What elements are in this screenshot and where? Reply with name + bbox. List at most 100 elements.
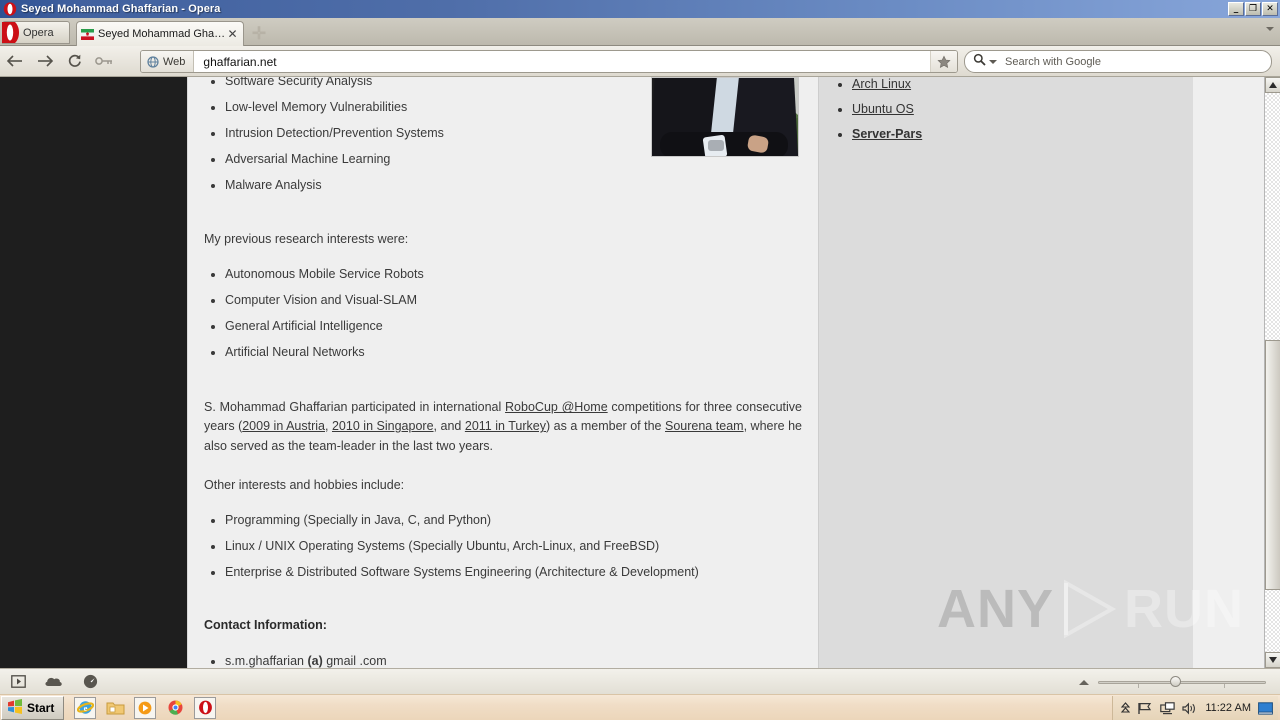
browser-tab[interactable]: Seyed Mohammad Ghaff... ✕ [76, 21, 244, 46]
list-item: Linux / UNIX Operating Systems (Speciall… [225, 539, 802, 553]
paragraph-text-5: ) as a member of the [546, 419, 665, 434]
opera-menu-label: Opera [23, 26, 54, 39]
list-item: Programming (Specially in Java, C, and P… [225, 513, 802, 527]
close-button[interactable]: ✕ [1262, 2, 1278, 16]
previous-research-list: Autonomous Mobile Service Robots Compute… [204, 267, 802, 359]
page-right-gutter [1193, 77, 1265, 668]
sidebar-link-server-pars[interactable]: Server-Pars [852, 127, 922, 141]
cloud-icon[interactable] [36, 669, 72, 695]
start-button[interactable]: Start [1, 695, 65, 720]
chrome-icon[interactable] [164, 697, 186, 719]
email-item: s.m.ghaffarian (a) gmail .com [225, 654, 802, 668]
tray-clock[interactable]: 11:22 AM [1205, 702, 1251, 714]
network-icon[interactable] [1160, 701, 1176, 715]
sidebar-link-ubuntu-os[interactable]: Ubuntu OS [852, 102, 914, 116]
list-item: Autonomous Mobile Service Robots [225, 267, 802, 281]
sidebar-item-ubuntu-os: Ubuntu OS [852, 102, 1193, 116]
email-domain: gmail .com [322, 653, 387, 668]
other-interests-intro: Other interests and hobbies include: [204, 477, 405, 492]
tab-overflow-chevron-icon[interactable] [1266, 27, 1274, 31]
scroll-up-arrow-icon[interactable] [1265, 77, 1280, 93]
flag-security-icon[interactable] [1137, 702, 1153, 715]
window-title: Seyed Mohammad Ghaffarian - Opera [21, 3, 221, 15]
tab-close-icon[interactable]: ✕ [226, 27, 239, 41]
url-text[interactable]: ghaffarian.net [194, 55, 957, 69]
main-column: Software Security Analysis Low-level Mem… [188, 77, 818, 668]
web-mode-badge[interactable]: Web [141, 51, 195, 72]
reload-icon[interactable] [60, 46, 90, 77]
zoom-slider-handle[interactable] [1170, 676, 1181, 687]
browser-window: Seyed Mohammad Ghaffarian - Opera _ ❐ ✕ … [0, 0, 1280, 694]
list-item: Enterprise & Distributed Software System… [225, 565, 802, 579]
zoom-slider-track [1098, 681, 1266, 684]
photo-wristwatch [708, 140, 724, 151]
system-tray: 11:22 AM [1112, 696, 1278, 720]
page-scrollbar[interactable] [1264, 77, 1280, 668]
zoom-control[interactable] [1079, 669, 1266, 695]
scrollbar-thumb[interactable] [1265, 340, 1280, 590]
sidebar-link-arch-linux[interactable]: Arch Linux [852, 77, 911, 91]
link-sourena-team[interactable]: Sourena team [665, 419, 744, 433]
web-mode-label: Web [163, 55, 186, 68]
internet-explorer-icon[interactable]: e [74, 696, 97, 719]
contact-list: s.m.ghaffarian (a) gmail .com [204, 654, 802, 668]
opera-icon[interactable] [194, 696, 217, 719]
address-bar[interactable]: Web ghaffarian.net [140, 50, 958, 73]
window-controls: _ ❐ ✕ [1228, 2, 1278, 16]
title-bar: Seyed Mohammad Ghaffarian - Opera _ ❐ ✕ [0, 0, 1280, 18]
previous-research-intro: My previous research interests were: [204, 231, 409, 246]
key-icon[interactable] [90, 46, 120, 77]
back-arrow-icon[interactable] [0, 46, 30, 77]
link-2011-turkey[interactable]: 2011 in Turkey [465, 419, 546, 433]
tab-title: Seyed Mohammad Ghaff... [98, 28, 226, 40]
scroll-down-arrow-icon[interactable] [1265, 652, 1280, 668]
svg-text:e: e [83, 703, 87, 713]
list-item: General Artificial Intelligence [225, 319, 802, 333]
media-player-icon[interactable] [134, 696, 157, 719]
navigation-toolbar: Web ghaffarian.net Search with Google [0, 46, 1280, 77]
zoom-slider-tick [1138, 684, 1139, 688]
zoom-slider[interactable] [1098, 676, 1266, 688]
list-item: Malware Analysis [225, 178, 802, 192]
page-body: Software Security Analysis Low-level Mem… [187, 77, 1265, 668]
volume-icon[interactable] [1182, 702, 1198, 715]
search-engine-chevron-icon[interactable] [989, 59, 997, 64]
email-at: (a) [307, 653, 323, 668]
browser-status-bar [0, 668, 1280, 694]
contact-heading: Contact Information: [204, 618, 327, 633]
opera-logo-icon [3, 2, 17, 16]
minimize-button[interactable]: _ [1228, 2, 1244, 16]
link-2009-austria[interactable]: 2009 in Austria [242, 419, 325, 433]
globe-icon [147, 55, 159, 68]
start-label: Start [27, 700, 55, 715]
page-viewport: Software Security Analysis Low-level Mem… [0, 77, 1280, 668]
opera-menu-icon [2, 22, 20, 43]
search-box[interactable]: Search with Google [964, 50, 1272, 73]
new-tab-button[interactable]: ✛ [248, 23, 270, 44]
show-desktop-icon[interactable] [1258, 701, 1273, 715]
panel-toggle-icon[interactable] [0, 669, 36, 695]
sidebar-item-arch-linux: Arch Linux [852, 77, 1193, 91]
zoom-collapse-icon[interactable] [1079, 679, 1089, 685]
page-sidebar: Arch Linux Ubuntu OS Server-Pars [818, 77, 1193, 668]
robocup-paragraph: S. Mohammad Ghaffarian participated in i… [204, 398, 802, 455]
forward-arrow-icon[interactable] [30, 46, 60, 77]
show-hidden-icons-icon[interactable] [1121, 702, 1131, 714]
paragraph-text-3: , [325, 419, 332, 434]
link-2010-singapore[interactable]: 2010 in Singapore [332, 419, 434, 433]
quick-launch-bar: e [74, 696, 217, 719]
folder-icon[interactable] [104, 697, 126, 719]
turbo-speedometer-icon[interactable] [72, 669, 108, 695]
opera-menu-button[interactable]: Opera [2, 21, 70, 44]
tab-strip: Opera Seyed Mohammad Ghaff... ✕ ✛ [0, 18, 1280, 46]
magnifier-icon [973, 53, 986, 71]
portrait-photo [651, 77, 799, 157]
photo-hand [746, 134, 770, 154]
star-icon[interactable] [930, 51, 957, 72]
iran-flag-favicon [81, 28, 94, 41]
paragraph-text-1: S. Mohammad Ghaffarian participated in i… [204, 400, 506, 415]
link-robocup-athome[interactable]: RoboCup @Home [505, 400, 608, 414]
email-user: s.m.ghaffarian [225, 653, 308, 668]
search-placeholder: Search with Google [1005, 55, 1101, 68]
restore-button[interactable]: ❐ [1245, 2, 1261, 16]
